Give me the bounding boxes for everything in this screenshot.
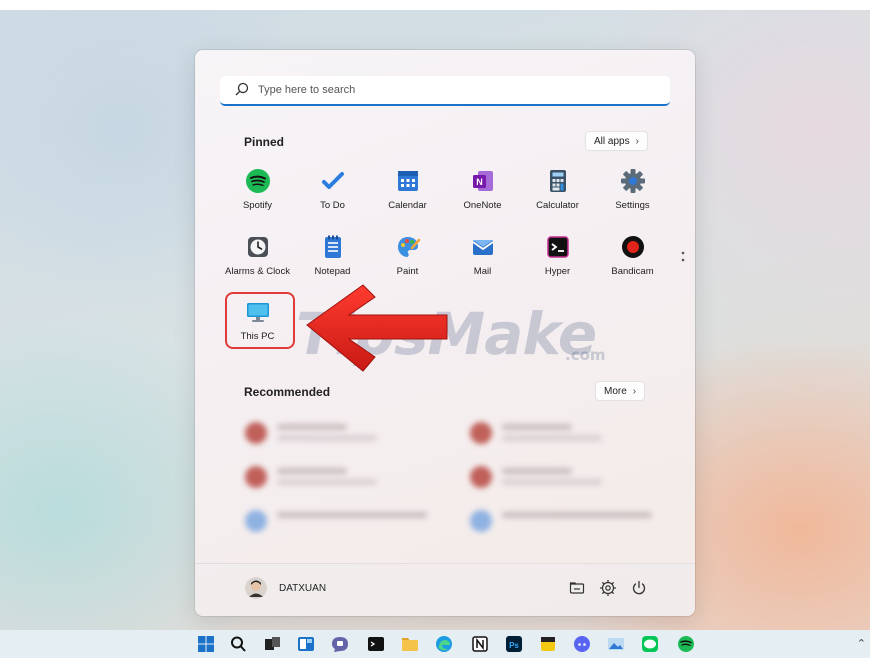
task-view-icon[interactable] xyxy=(262,634,282,654)
recommended-item[interactable] xyxy=(245,504,445,536)
recommended-item[interactable] xyxy=(470,416,670,448)
user-name[interactable]: DATXUAN xyxy=(279,583,326,594)
recommended-item[interactable] xyxy=(470,504,670,536)
search-icon xyxy=(235,82,249,96)
chat-icon[interactable] xyxy=(330,634,350,654)
pinned-app-bandicam[interactable]: Bandicam xyxy=(595,228,670,286)
line-app-icon[interactable] xyxy=(640,634,660,654)
sticky-notes-icon[interactable] xyxy=(538,634,558,654)
power-icon[interactable] xyxy=(630,579,648,597)
pinned-app-calendar[interactable]: Calendar xyxy=(370,162,445,220)
pinned-app-onenote[interactable]: N OneNote xyxy=(445,162,520,220)
red-arrow-annotation xyxy=(306,284,448,372)
widgets-icon[interactable] xyxy=(296,634,316,654)
pinned-app-settings[interactable]: Settings xyxy=(595,162,670,220)
user-avatar[interactable] xyxy=(245,577,267,599)
paint-icon xyxy=(397,237,420,257)
pinned-app-hyper[interactable]: Hyper xyxy=(520,228,595,286)
file-icon xyxy=(245,466,267,488)
more-button[interactable]: More › xyxy=(595,381,646,401)
app-label: Bandicam xyxy=(611,266,654,277)
chevron-right-icon: › xyxy=(635,135,639,147)
file-icon xyxy=(470,422,492,444)
hyper-icon xyxy=(546,236,569,258)
more-label: More xyxy=(604,385,627,397)
discord-icon[interactable] xyxy=(572,634,592,654)
app-label: Spotify xyxy=(242,200,273,211)
notion-icon[interactable] xyxy=(470,634,490,654)
notepad-icon xyxy=(324,235,341,258)
taskbar: Ps ⌃ xyxy=(0,630,870,658)
app-label: Paint xyxy=(396,266,419,277)
search-input[interactable] xyxy=(256,83,670,97)
calculator-icon xyxy=(549,170,566,192)
file-icon xyxy=(245,510,267,532)
spotify-taskbar-icon[interactable] xyxy=(676,634,696,654)
chevron-right-icon: › xyxy=(632,385,637,397)
photos-icon[interactable] xyxy=(606,634,626,654)
spotify-icon xyxy=(245,169,270,193)
svg-text:Ps: Ps xyxy=(509,641,519,650)
photoshop-icon[interactable]: Ps xyxy=(504,634,524,654)
recommended-item[interactable] xyxy=(470,460,670,492)
more-pages-dots-icon[interactable] xyxy=(681,250,685,266)
pinned-title: Pinned xyxy=(244,135,285,149)
settings-icon xyxy=(620,169,645,193)
file-explorer-icon[interactable] xyxy=(568,579,586,597)
pinned-app-todo[interactable]: To Do xyxy=(295,162,370,220)
app-label: Alarms & Clock xyxy=(225,266,290,277)
recommended-title: Recommended xyxy=(244,385,331,399)
terminal-icon[interactable] xyxy=(366,634,386,654)
app-label: Mail xyxy=(473,266,492,277)
edge-icon[interactable] xyxy=(434,634,454,654)
file-icon xyxy=(245,422,267,444)
onenote-icon: N xyxy=(472,171,493,191)
calendar-icon xyxy=(397,171,418,191)
file-icon xyxy=(470,510,492,532)
pinned-app-alarms-clock[interactable]: Alarms & Clock xyxy=(220,228,295,286)
recommended-item[interactable] xyxy=(245,416,445,448)
this-pc-highlight-box xyxy=(225,292,295,349)
pinned-app-notepad[interactable]: Notepad xyxy=(295,228,370,286)
app-label: Calendar xyxy=(388,200,427,211)
watermark-domain: .com xyxy=(565,346,606,364)
search-box[interactable] xyxy=(220,76,670,106)
all-apps-button[interactable]: All apps › xyxy=(585,131,648,151)
bandicam-icon xyxy=(621,236,644,258)
folder-icon[interactable] xyxy=(400,634,420,654)
file-icon xyxy=(470,466,492,488)
tray-chevron-up-icon[interactable]: ⌃ xyxy=(857,637,866,650)
search-icon[interactable] xyxy=(228,634,248,654)
svg-text:N: N xyxy=(476,177,483,187)
app-label: To Do xyxy=(320,200,345,211)
app-label: Notepad xyxy=(314,266,351,277)
app-label: Calculator xyxy=(536,200,579,211)
all-apps-label: All apps xyxy=(594,135,630,147)
app-label: Hyper xyxy=(544,266,571,277)
pinned-app-paint[interactable]: Paint xyxy=(370,228,445,286)
recommended-item[interactable] xyxy=(245,460,445,492)
app-label: OneNote xyxy=(463,200,502,211)
alarms-clock-icon xyxy=(247,237,268,257)
todo-icon xyxy=(321,172,344,189)
pinned-app-spotify[interactable]: Spotify xyxy=(220,162,295,220)
pinned-app-calculator[interactable]: Calculator xyxy=(520,162,595,220)
app-label: Settings xyxy=(615,200,650,211)
pinned-app-mail[interactable]: Mail xyxy=(445,228,520,286)
start-footer: DATXUAN xyxy=(195,563,695,616)
windows-start-icon[interactable] xyxy=(196,634,216,654)
mail-icon xyxy=(471,240,494,255)
gear-icon[interactable] xyxy=(599,579,617,597)
